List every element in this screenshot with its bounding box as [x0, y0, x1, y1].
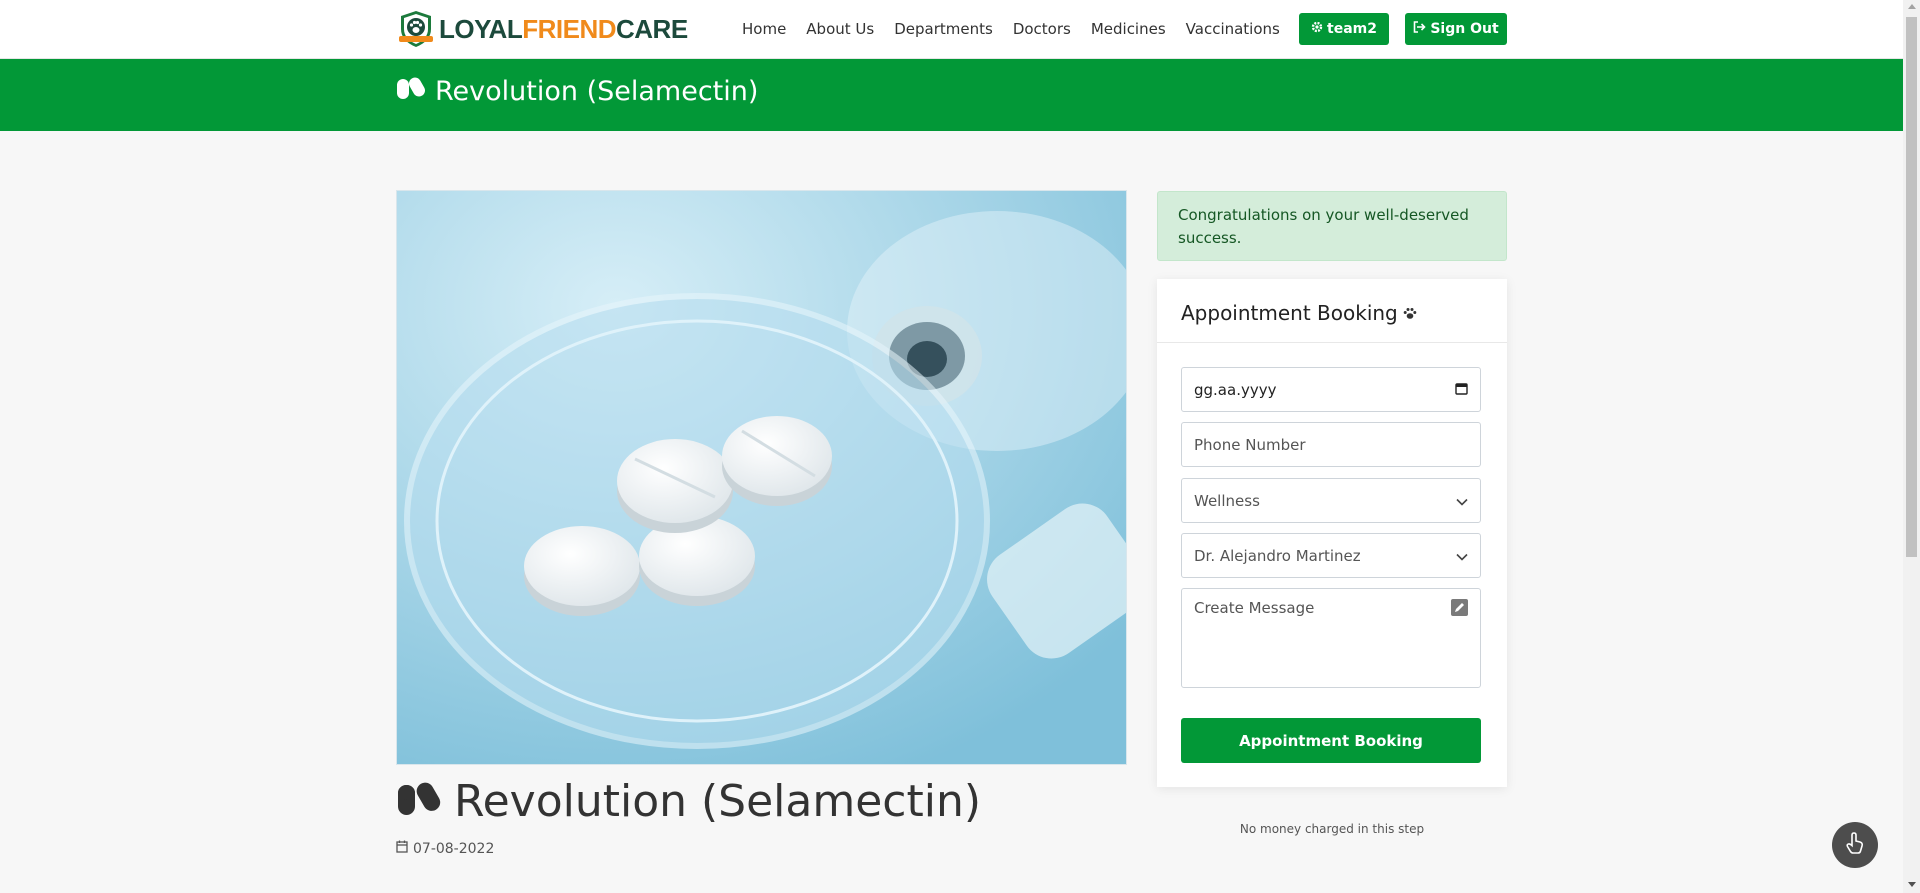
pills-icon [396, 776, 442, 827]
page-banner: Revolution (Selamectin) [0, 59, 1903, 131]
sign-out-icon [1413, 21, 1426, 37]
pills-icon [396, 76, 426, 107]
date-input-value: gg.aa.yyyy [1194, 380, 1277, 399]
brand-part-care: CARE [616, 14, 688, 44]
nav-link-about-us[interactable]: About Us [806, 18, 874, 40]
brand-name: LOYALFRIENDCARE [439, 9, 688, 49]
success-alert-text: Congratulations on your well-deserved su… [1178, 206, 1469, 247]
user-name-label: team2 [1327, 21, 1377, 37]
scroll-down-arrow-icon[interactable] [1908, 882, 1916, 887]
date-input[interactable]: gg.aa.yyyy [1181, 367, 1481, 412]
booking-title-text: Appointment Booking [1181, 301, 1398, 325]
booking-divider [1157, 342, 1507, 343]
sign-out-button[interactable]: Sign Out [1405, 13, 1507, 45]
navbar: LOYALFRIENDCARE Home About Us Department… [0, 0, 1903, 59]
brand-logo[interactable]: LOYALFRIENDCARE [396, 9, 688, 49]
paw-icon [1403, 301, 1417, 325]
appointment-booking-submit-button[interactable]: Appointment Booking [1181, 718, 1481, 763]
nav-link-home[interactable]: Home [742, 18, 786, 40]
doctor-select[interactable]: Dr. Alejandro Martinez [1181, 533, 1481, 578]
brand-part-loyal: LOYAL [439, 14, 523, 44]
scroll-thumb[interactable] [1906, 17, 1917, 557]
nav-link-medicines[interactable]: Medicines [1091, 18, 1166, 40]
calendar-icon[interactable] [1455, 381, 1468, 399]
sign-out-label: Sign Out [1430, 21, 1499, 37]
chevron-down-icon [1456, 492, 1468, 510]
page-title: Revolution (Selamectin) [396, 76, 758, 107]
article-date-text: 07-08-2022 [413, 840, 495, 857]
user-settings-button[interactable]: team2 [1299, 13, 1389, 45]
phone-number-input[interactable]: Phone Number [1181, 422, 1481, 467]
page-title-text: Revolution (Selamectin) [435, 76, 759, 107]
message-placeholder: Create Message [1194, 599, 1315, 617]
brand-part-friend: FRIEND [522, 14, 616, 44]
medicine-image [396, 190, 1127, 765]
gear-icon [1311, 21, 1323, 37]
submit-label: Appointment Booking [1239, 731, 1423, 750]
hand-pointer-icon [1845, 832, 1865, 858]
message-textarea[interactable]: Create Message [1181, 588, 1481, 688]
article-title-text: Revolution (Selamectin) [454, 776, 982, 827]
department-select[interactable]: Wellness [1181, 478, 1481, 523]
nav-links: Home About Us Departments Doctors Medici… [742, 18, 1300, 40]
nav-link-vaccinations[interactable]: Vaccinations [1186, 18, 1280, 40]
success-alert: Congratulations on your well-deserved su… [1157, 191, 1507, 261]
nav-link-doctors[interactable]: Doctors [1013, 18, 1071, 40]
phone-number-placeholder: Phone Number [1194, 435, 1306, 454]
nav-link-departments[interactable]: Departments [894, 18, 993, 40]
edit-icon [1451, 599, 1468, 620]
booking-title: Appointment Booking [1181, 301, 1417, 325]
paw-shield-logo-icon [396, 9, 436, 49]
chevron-down-icon [1456, 547, 1468, 565]
calendar-icon [396, 840, 408, 857]
page-scrollbar[interactable] [1903, 0, 1920, 893]
article-date: 07-08-2022 [396, 840, 494, 857]
appointment-booking-card: Appointment Booking gg.aa.yyyy Phone Num… [1157, 279, 1507, 787]
accessibility-button[interactable] [1832, 822, 1878, 868]
article-title: Revolution (Selamectin) [396, 776, 981, 827]
department-selected-value: Wellness [1194, 491, 1260, 510]
doctor-selected-value: Dr. Alejandro Martinez [1194, 546, 1361, 565]
no-charge-note: No money charged in this step [1239, 822, 1425, 836]
scroll-up-arrow-icon[interactable] [1908, 4, 1916, 9]
